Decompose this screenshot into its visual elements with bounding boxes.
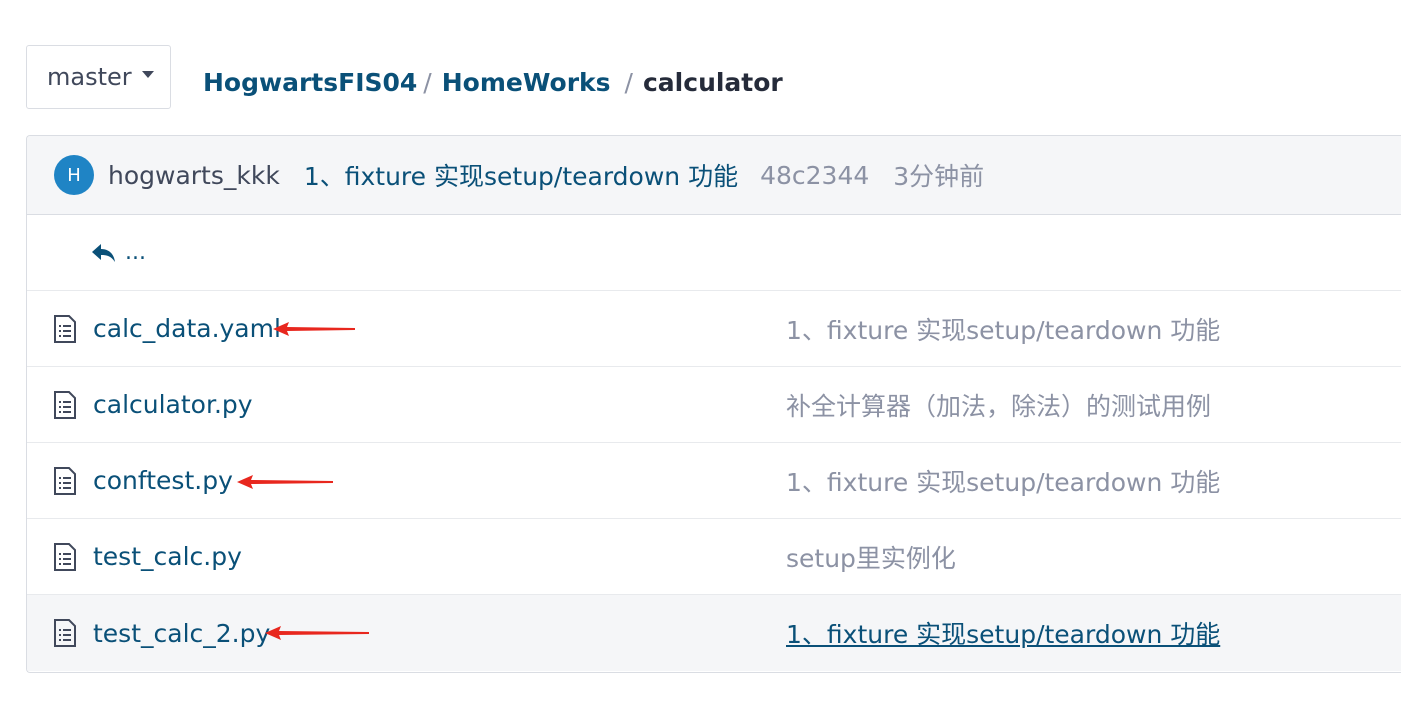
branch-label: master — [47, 63, 132, 91]
file-commit-message[interactable]: 1、fixture 实现setup/teardown 功能 — [786, 463, 1220, 499]
breadcrumb-current-folder: calculator — [642, 67, 783, 97]
breadcrumb-separator: / — [423, 67, 432, 97]
annotation-arrow — [273, 322, 355, 336]
file-commit-message[interactable]: 1、fixture 实现setup/teardown 功能 — [786, 311, 1220, 347]
file-icon — [54, 619, 76, 647]
file-name[interactable]: test_calc_2.py — [93, 619, 270, 648]
file-name[interactable]: conftest.py — [93, 466, 233, 495]
file-name[interactable]: calc_data.yaml — [93, 314, 281, 343]
parent-directory-label: ... — [125, 240, 146, 265]
file-row[interactable]: test_calc.py setup里实例化 — [27, 519, 1401, 595]
file-icon — [54, 315, 76, 343]
back-arrow-icon — [92, 243, 115, 262]
file-commit-message[interactable]: setup里实例化 — [786, 539, 956, 575]
file-row[interactable]: test_calc_2.py 1、fixture 实现setup/teardow… — [27, 595, 1401, 671]
file-row[interactable]: conftest.py 1、fixture 实现setup/teardown 功… — [27, 443, 1401, 519]
file-commit-message[interactable]: 补全计算器（加法，除法）的测试用例 — [786, 387, 1211, 423]
commit-sha[interactable]: 48c2344 — [760, 161, 869, 190]
file-name[interactable]: test_calc.py — [93, 542, 242, 571]
file-icon — [54, 543, 76, 571]
commit-message[interactable]: 1、fixture 实现setup/teardown 功能 — [304, 157, 738, 193]
breadcrumb-owner[interactable]: HogwartsFIS04 — [203, 68, 417, 97]
commit-author[interactable]: hogwarts_kkk — [108, 161, 280, 190]
last-commit-bar: H hogwarts_kkk 1、fixture 实现setup/teardow… — [27, 136, 1401, 215]
annotation-arrow — [265, 626, 369, 640]
chevron-down-icon — [141, 70, 154, 78]
avatar[interactable]: H — [54, 155, 94, 195]
file-icon — [54, 391, 76, 419]
file-commit-message[interactable]: 1、fixture 实现setup/teardown 功能 — [786, 615, 1220, 651]
breadcrumb-separator: / — [624, 67, 633, 97]
breadcrumb: HogwartsFIS04 / HomeWorks / calculator — [203, 62, 783, 102]
branch-dropdown[interactable]: master — [26, 45, 171, 109]
parent-directory-row[interactable]: ... — [27, 215, 1401, 291]
file-row[interactable]: calc_data.yaml 1、fixture 实现setup/teardow… — [27, 291, 1401, 367]
file-icon — [54, 467, 76, 495]
commit-time: 3分钟前 — [893, 162, 985, 191]
file-row[interactable]: calculator.py 补全计算器（加法，除法）的测试用例 — [27, 367, 1401, 443]
file-tree-panel: H hogwarts_kkk 1、fixture 实现setup/teardow… — [26, 135, 1401, 673]
file-name[interactable]: calculator.py — [93, 390, 253, 419]
annotation-arrow — [237, 475, 333, 489]
breadcrumb-repo[interactable]: HomeWorks — [442, 68, 611, 97]
